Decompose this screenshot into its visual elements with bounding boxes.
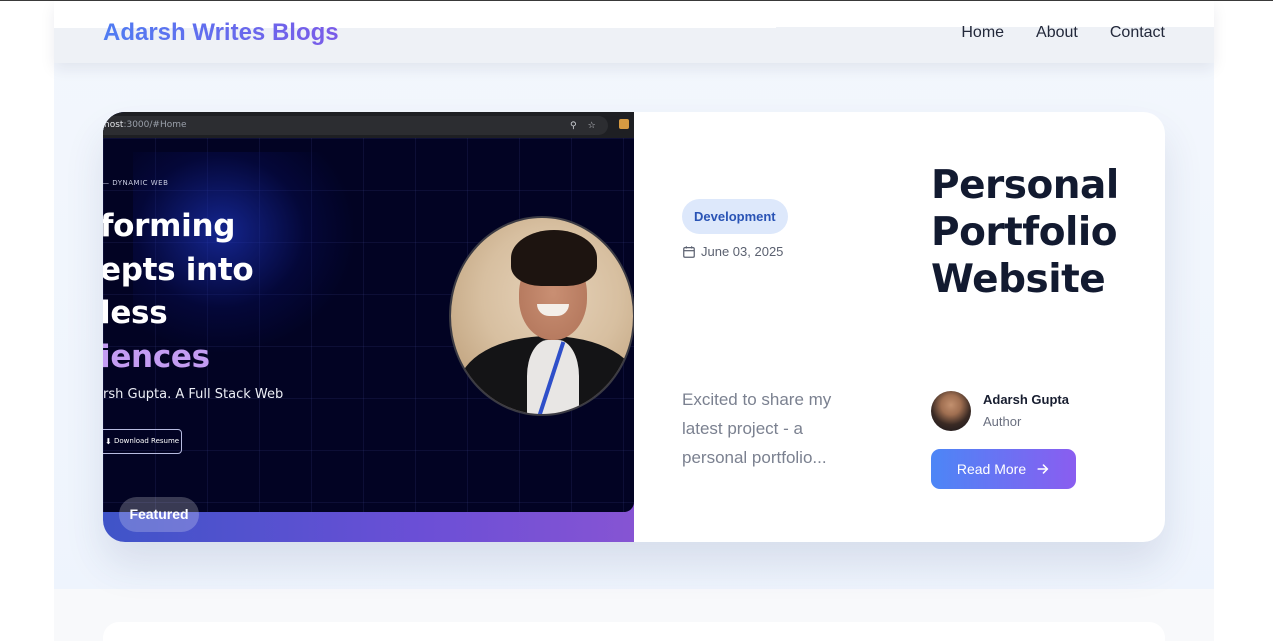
post-thumbnail[interactable]: host:3000/#Home ⚲ ☆ — DYNAMIC WEB formin… xyxy=(103,112,634,542)
post-date: June 03, 2025 xyxy=(682,244,783,259)
calendar-icon xyxy=(683,245,695,258)
arrow-right-icon xyxy=(1037,464,1049,474)
thumbnail-browser-bar: host:3000/#Home ⚲ ☆ xyxy=(103,112,634,138)
portrait-hair xyxy=(511,230,597,286)
search-icon: ⚲ xyxy=(570,120,577,130)
thumbnail-url-host: host xyxy=(104,120,124,130)
post-title[interactable]: Personal Portfolio Website xyxy=(931,162,1151,303)
thumbnail-eyebrow: — DYNAMIC WEB xyxy=(103,179,169,187)
download-icon: ⬇ xyxy=(105,437,112,446)
read-more-button[interactable]: Read More xyxy=(931,449,1076,489)
post-date-text: June 03, 2025 xyxy=(701,244,784,259)
featured-badge: Featured xyxy=(119,497,199,532)
post-excerpt: Excited to share my latest project - a p… xyxy=(682,390,832,467)
star-icon: ☆ xyxy=(587,120,596,130)
brand-logo-link[interactable]: Adarsh Writes Blogs xyxy=(103,19,339,47)
thumbnail-resume-label: Download Resume xyxy=(114,437,180,445)
nav-links: Home About Contact xyxy=(961,24,1165,42)
thumbnail-hero-line: epts into xyxy=(103,252,254,288)
category-badge[interactable]: Development xyxy=(682,199,788,234)
thumbnail-resume-button: ⬇ Download Resume xyxy=(103,429,182,454)
extension-icon xyxy=(619,119,629,129)
nav-link-contact[interactable]: Contact xyxy=(1110,24,1165,42)
nav-link-about[interactable]: About xyxy=(1036,24,1078,42)
thumbnail-url-box: host:3000/#Home xyxy=(103,116,608,135)
next-post-card[interactable] xyxy=(103,622,1165,641)
nav-link-home[interactable]: Home xyxy=(961,24,1004,42)
thumbnail-hero-line-accent: iences xyxy=(103,339,210,375)
thumbnail-screenshot: host:3000/#Home ⚲ ☆ — DYNAMIC WEB formin… xyxy=(103,112,634,512)
author-avatar xyxy=(931,391,971,431)
navbar: Adarsh Writes Blogs Home About Contact xyxy=(54,1,1214,63)
thumbnail-url-path: :3000/#Home xyxy=(123,120,187,130)
author-role: Author xyxy=(983,414,1022,429)
thumbnail-hero-line: less xyxy=(103,295,168,331)
post-body: Development June 03, 2025 Personal Portf… xyxy=(634,112,1165,542)
thumbnail-subtitle: rsh Gupta. A Full Stack Web xyxy=(103,387,284,402)
thumbnail-hero-line: forming xyxy=(103,208,236,244)
thumbnail-portrait xyxy=(449,216,634,416)
thumbnail-url-icons: ⚲ ☆ xyxy=(570,120,596,131)
author-name: Adarsh Gupta xyxy=(983,392,1069,407)
featured-post-card[interactable]: host:3000/#Home ⚲ ☆ — DYNAMIC WEB formin… xyxy=(103,112,1165,542)
read-more-label: Read More xyxy=(956,461,1027,477)
